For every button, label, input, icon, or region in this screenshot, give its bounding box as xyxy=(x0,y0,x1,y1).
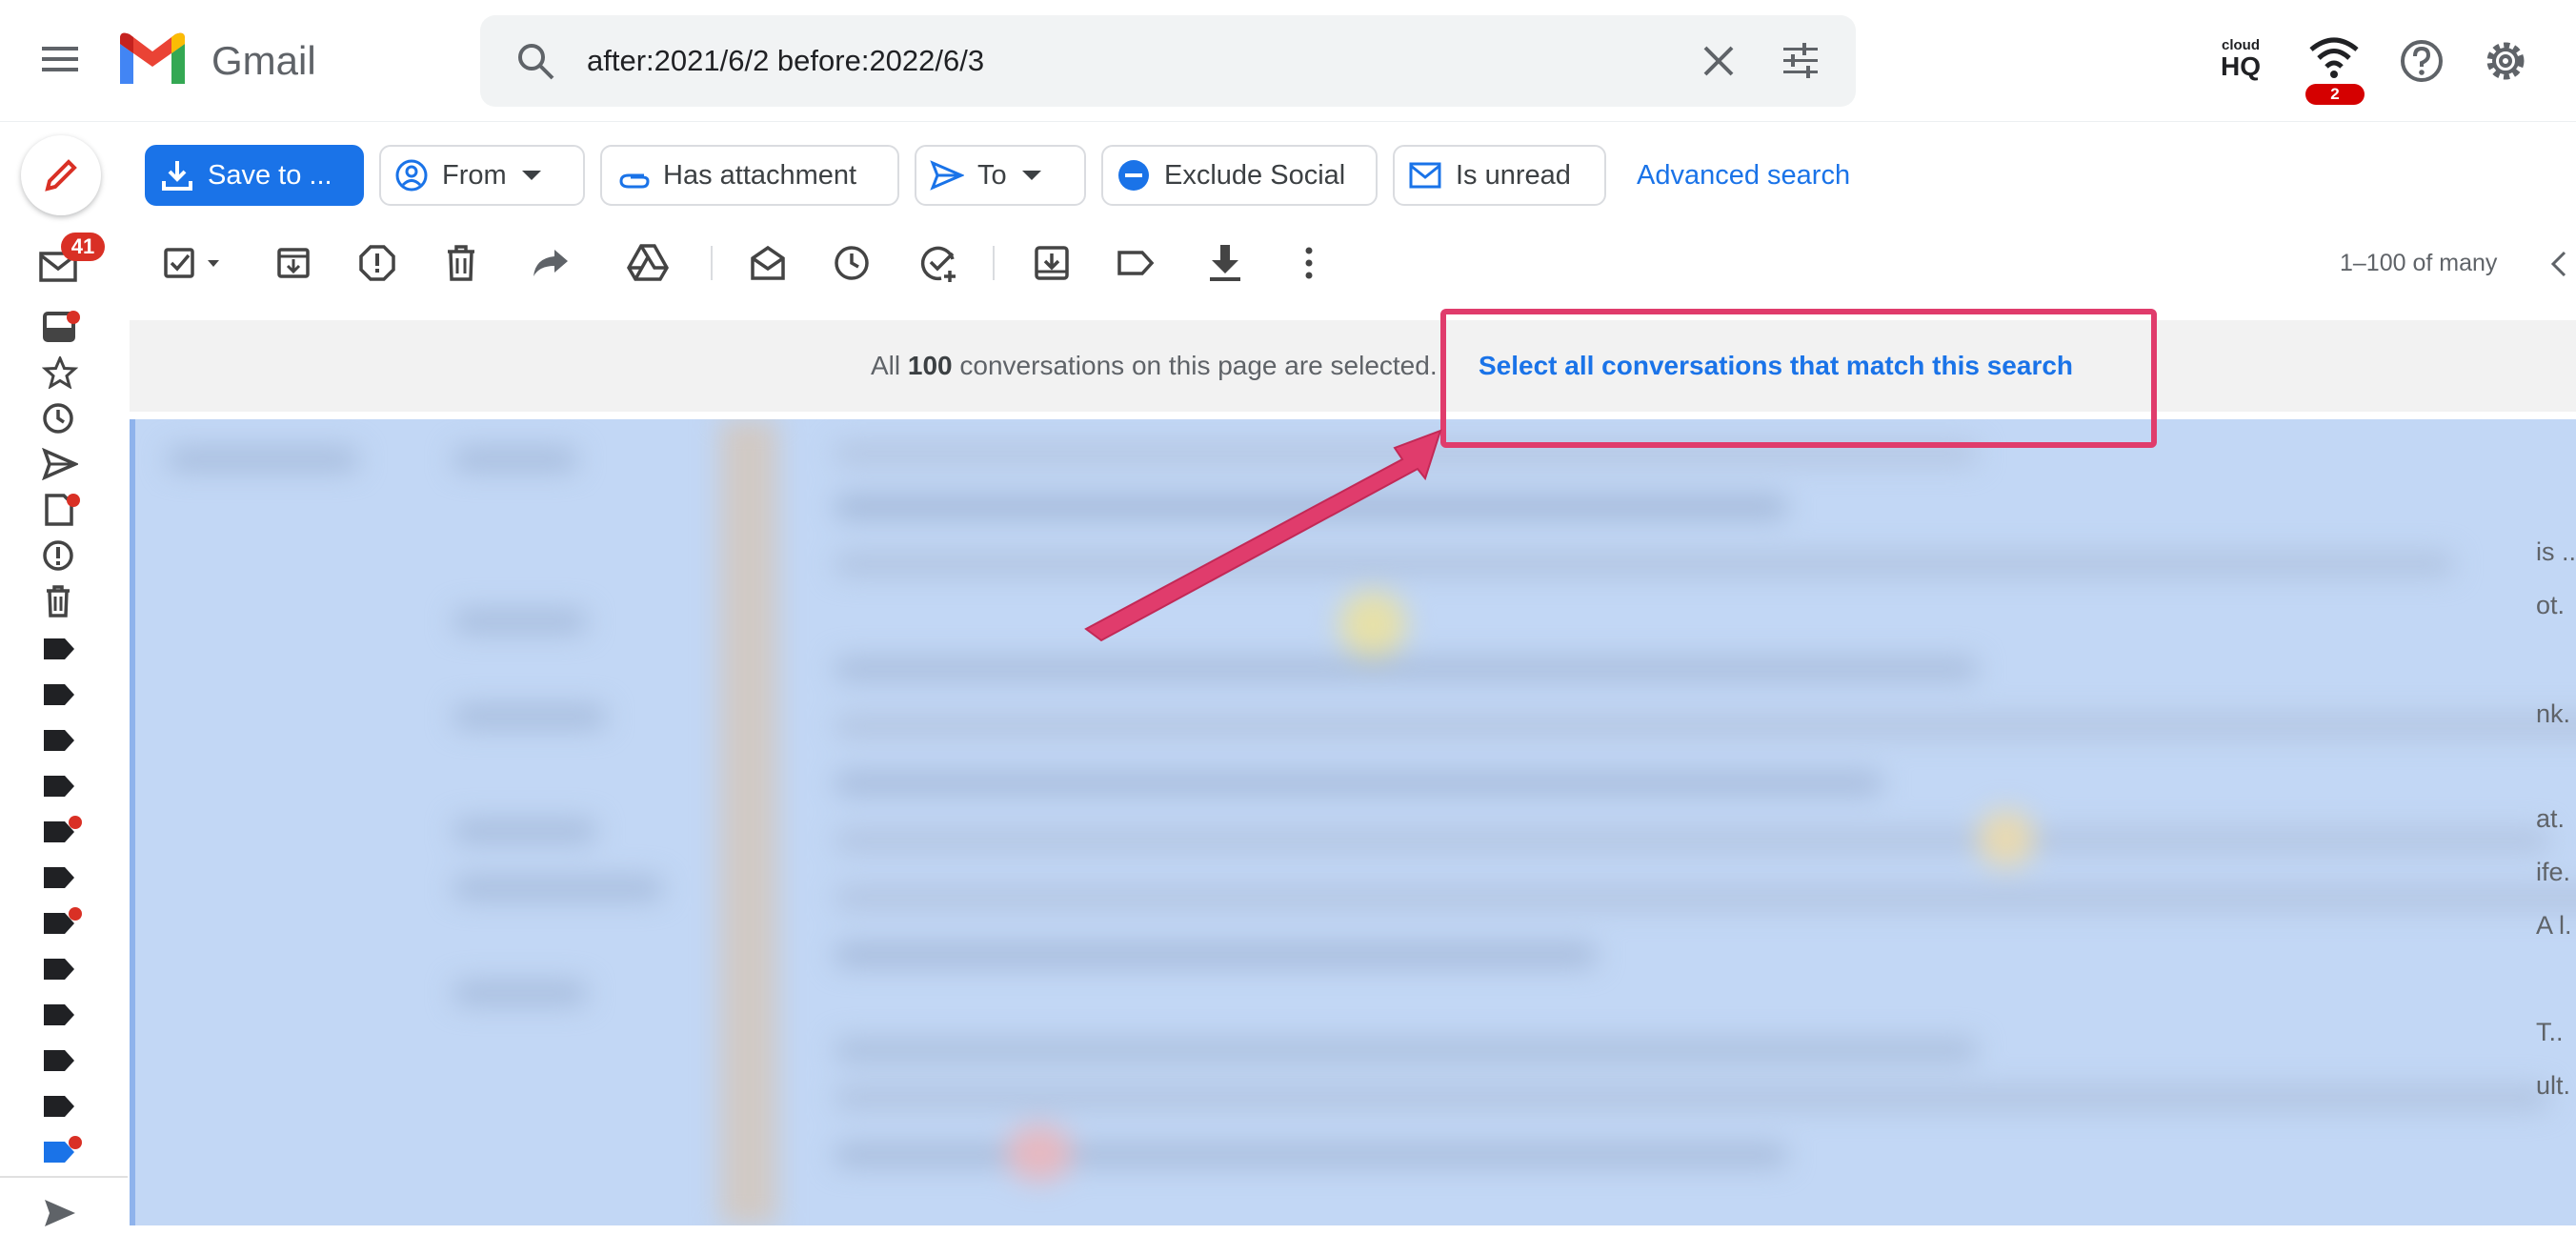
dropdown-arrow-icon xyxy=(521,171,541,180)
label-as-icon[interactable] xyxy=(1115,242,1157,284)
label-icon[interactable] xyxy=(42,1136,82,1168)
minus-circle-icon xyxy=(1118,160,1149,191)
blurred-rows xyxy=(149,419,2576,1225)
clear-search-icon[interactable] xyxy=(1698,40,1740,82)
snippet-text: T.. xyxy=(2536,1018,2564,1046)
unread-dot xyxy=(67,311,80,324)
annotation-highlight-box xyxy=(1440,309,2157,448)
unread-dot xyxy=(67,494,80,507)
from-filter-chip[interactable]: From xyxy=(379,145,585,206)
trash-icon[interactable] xyxy=(42,585,78,618)
cloudhq-logo[interactable]: cloud HQ xyxy=(2210,38,2271,86)
person-icon xyxy=(395,159,428,192)
label-icon[interactable] xyxy=(42,678,78,711)
label-icon[interactable] xyxy=(42,999,78,1031)
search-options-icon[interactable] xyxy=(1780,40,1821,82)
selection-edge xyxy=(130,419,135,1225)
snippet-text: ult. xyxy=(2536,1071,2571,1100)
notification-badge: 2 xyxy=(2305,84,2365,105)
compose-button[interactable] xyxy=(21,135,101,215)
unread-count-badge: 41 xyxy=(61,233,105,261)
unread-dot xyxy=(69,907,82,921)
message-list[interactable]: is .. ot. nk. at. ife. A l. T.. ult. xyxy=(130,419,2576,1225)
snoozed-clock-icon[interactable] xyxy=(42,402,78,435)
gmail-logo-icon[interactable] xyxy=(116,30,189,88)
more-options-icon[interactable] xyxy=(1288,242,1330,284)
select-all-checkbox[interactable] xyxy=(160,242,227,284)
exclude-social-chip[interactable]: Exclude Social xyxy=(1101,145,1378,206)
save-to-button[interactable]: Save to ... xyxy=(145,145,364,206)
inbox-icon[interactable] xyxy=(42,311,80,343)
send-icon[interactable] xyxy=(42,1197,78,1229)
label-icon[interactable] xyxy=(42,770,78,802)
pagination-text: 1–100 of many xyxy=(2340,250,2498,276)
wifi-icon xyxy=(2309,37,2359,78)
paperclip-icon xyxy=(619,173,650,189)
to-filter-chip[interactable]: To xyxy=(915,145,1086,206)
snippet-text: nk. xyxy=(2536,699,2571,728)
label-icon[interactable] xyxy=(42,816,82,848)
mark-as-read-icon[interactable] xyxy=(747,242,789,284)
toolbar-divider xyxy=(993,246,995,280)
unread-dot xyxy=(69,816,82,829)
has-attachment-chip[interactable]: Has attachment xyxy=(600,145,899,206)
snooze-icon[interactable] xyxy=(831,242,873,284)
search-input[interactable]: after:2021/6/2 before:2022/6/3 xyxy=(587,15,984,107)
download-icon[interactable] xyxy=(1204,242,1246,284)
starred-icon[interactable] xyxy=(42,356,78,389)
label-icon[interactable] xyxy=(42,1090,78,1123)
label-icon[interactable] xyxy=(42,633,78,665)
delete-icon[interactable] xyxy=(440,242,482,284)
snippet-text: A l. xyxy=(2536,911,2572,940)
snippet-text: at. xyxy=(2536,804,2566,833)
drafts-icon[interactable] xyxy=(42,494,80,526)
label-icon[interactable] xyxy=(42,907,82,940)
dropdown-arrow-icon xyxy=(1021,171,1041,180)
google-drive-icon[interactable] xyxy=(627,242,669,284)
sent-icon[interactable] xyxy=(42,448,78,480)
snippet-text: is .. xyxy=(2536,537,2576,566)
label-icon[interactable] xyxy=(42,953,78,985)
is-unread-chip[interactable]: Is unread xyxy=(1393,145,1606,206)
send-icon xyxy=(930,160,964,191)
toolbar-divider xyxy=(711,246,713,280)
search-icon[interactable] xyxy=(514,40,556,82)
move-to-icon[interactable] xyxy=(1031,242,1073,284)
settings-gear-icon[interactable] xyxy=(2481,36,2530,86)
connection-status[interactable]: 2 xyxy=(2304,34,2365,107)
archive-icon[interactable] xyxy=(272,242,314,284)
download-icon xyxy=(162,161,192,191)
envelope-icon xyxy=(1409,162,1441,189)
selection-banner: All 100 conversations on this page are s… xyxy=(130,320,2576,412)
snippet-text: ife. xyxy=(2536,858,2571,886)
advanced-search-link[interactable]: Advanced search xyxy=(1637,145,1850,206)
report-spam-icon[interactable] xyxy=(356,242,398,284)
add-to-tasks-icon[interactable] xyxy=(918,242,960,284)
label-icon[interactable] xyxy=(42,1044,78,1077)
rail-divider xyxy=(0,1176,128,1178)
spam-icon[interactable] xyxy=(42,539,78,572)
label-icon[interactable] xyxy=(42,861,78,894)
pencil-icon xyxy=(45,159,77,192)
unread-dot xyxy=(69,1136,82,1149)
label-icon[interactable] xyxy=(42,724,78,757)
app-name[interactable]: Gmail xyxy=(211,32,316,90)
search-bar[interactable]: after:2021/6/2 before:2022/6/3 xyxy=(480,15,1856,107)
forward-icon[interactable] xyxy=(530,242,572,284)
checkbox-checked-icon xyxy=(164,248,219,278)
top-bar: Gmail after:2021/6/2 before:2022/6/3 clo… xyxy=(0,0,2576,122)
main-menu-icon[interactable] xyxy=(32,30,90,88)
selection-message: All 100 conversations on this page are s… xyxy=(871,351,1438,380)
snippet-text: ot. xyxy=(2536,591,2566,619)
help-icon[interactable] xyxy=(2397,36,2446,86)
chevron-left-icon[interactable] xyxy=(2546,250,2574,278)
